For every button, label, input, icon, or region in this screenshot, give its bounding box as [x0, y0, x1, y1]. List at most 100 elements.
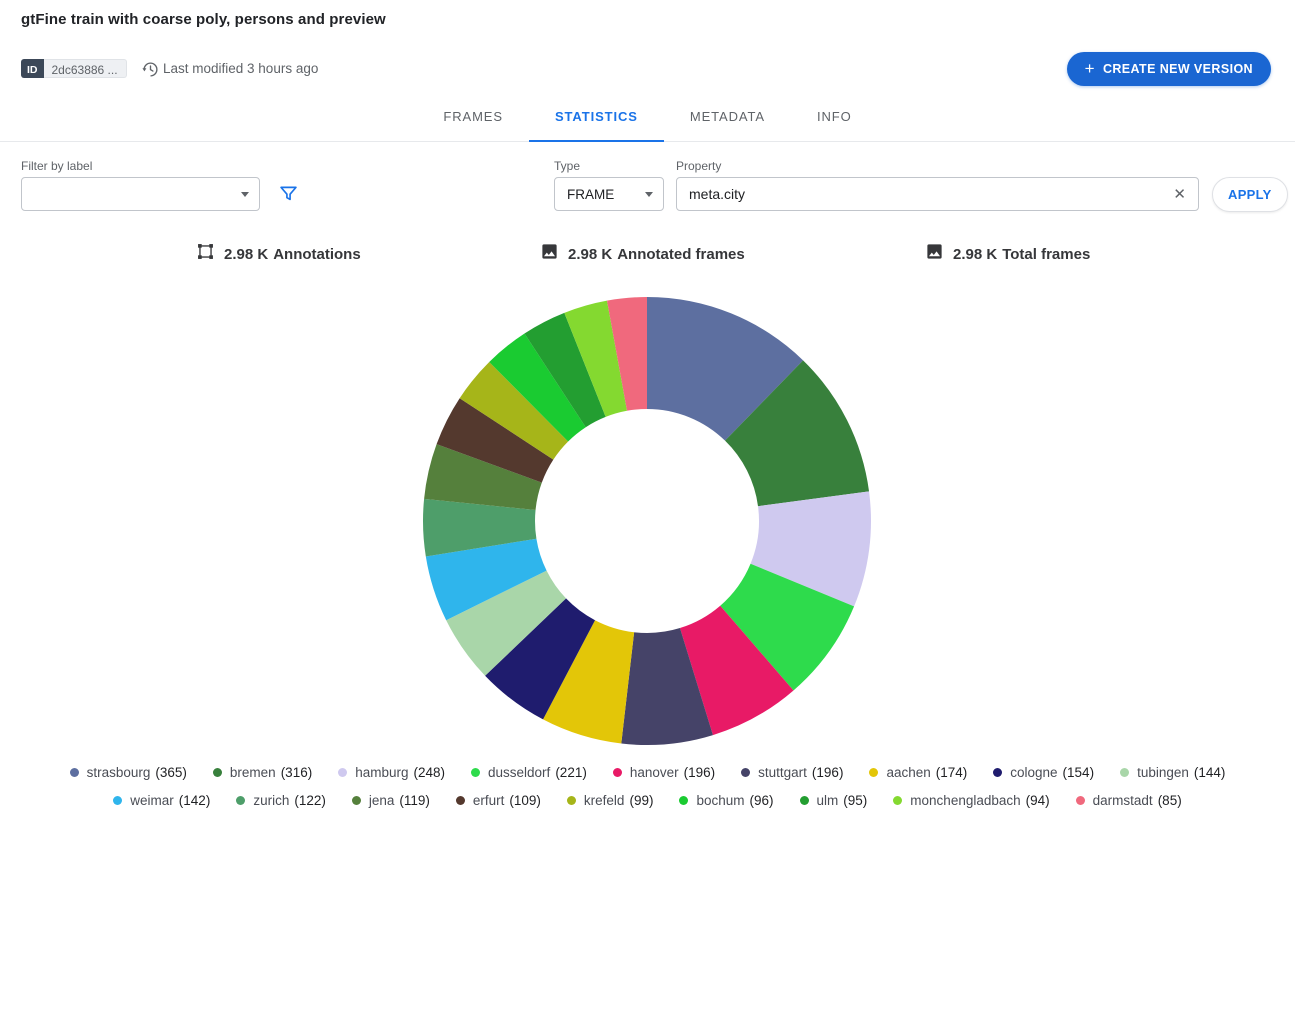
filter-by-label-select[interactable] — [21, 177, 260, 211]
legend-count: (196) — [684, 765, 716, 780]
legend-item-aachen[interactable]: aachen (174) — [869, 765, 967, 780]
legend-name: bremen — [230, 765, 276, 780]
legend-item-strasbourg[interactable]: strasbourg(365) — [70, 765, 187, 780]
tab-statistics[interactable]: STATISTICS — [529, 93, 664, 142]
dataset-id-chip[interactable]: ID 2dc63886 ... — [21, 59, 127, 78]
type-select-value: FRAME — [567, 187, 614, 202]
legend-name: weimar — [130, 793, 174, 808]
legend-dot — [70, 768, 79, 777]
legend-name: darmstadt — [1093, 793, 1153, 808]
legend-count: (248) — [414, 765, 446, 780]
stat-label: Total frames — [1002, 246, 1090, 263]
tab-frames[interactable]: FRAMES — [417, 93, 529, 142]
legend-dot — [567, 796, 576, 805]
legend-dot — [893, 796, 902, 805]
legend-dot — [1076, 796, 1085, 805]
legend-name: hanover — [630, 765, 679, 780]
filter-funnel-icon[interactable] — [277, 183, 299, 205]
image-icon — [925, 242, 944, 266]
legend-item-erfurt[interactable]: erfurt (109) — [456, 793, 541, 808]
legend-count: (85) — [1158, 793, 1182, 808]
legend-name: stuttgart — [758, 765, 807, 780]
legend-item-hanover[interactable]: hanover (196) — [613, 765, 715, 780]
legend-name: zurich — [253, 793, 289, 808]
legend-count: (109) — [509, 793, 541, 808]
legend-name: krefeld — [584, 793, 625, 808]
legend-item-darmstadt[interactable]: darmstadt (85) — [1076, 793, 1182, 808]
legend-row: weimar(142) zurich (122) jena (119) erfurt (10… — [100, 793, 1194, 808]
legend-count: (144) — [1194, 765, 1226, 780]
legend-row: strasbourg(365) bremen(316) hamburg (248) du… — [57, 765, 1239, 780]
create-button-label: CREATE NEW VERSION — [1103, 62, 1253, 76]
legend-item-bremen[interactable]: bremen(316) — [213, 765, 312, 780]
page-title: gtFine train with coarse poly, persons a… — [21, 11, 386, 28]
legend-name: ulm — [817, 793, 839, 808]
legend-item-krefeld[interactable]: krefeld (99) — [567, 793, 654, 808]
legend-dot — [993, 768, 1002, 777]
legend-dot — [741, 768, 750, 777]
stat-annotated-frames: 2.98 KAnnotated frames — [540, 242, 745, 266]
legend-count: (221) — [555, 765, 587, 780]
property-input[interactable] — [677, 186, 1169, 202]
legend-item-ulm[interactable]: ulm (95) — [800, 793, 868, 808]
legend-item-stuttgart[interactable]: stuttgart (196) — [741, 765, 843, 780]
legend-item-bochum[interactable]: bochum (96) — [679, 793, 773, 808]
legend-dot — [213, 768, 222, 777]
legend-name: monchengladbach — [910, 793, 1020, 808]
legend-dot — [352, 796, 361, 805]
legend-name: bochum — [696, 793, 744, 808]
legend-item-zurich[interactable]: zurich (122) — [236, 793, 326, 808]
legend-name: tubingen — [1137, 765, 1189, 780]
legend-name: dusseldorf — [488, 765, 550, 780]
tab-info[interactable]: INFO — [791, 93, 878, 142]
legend-count: (95) — [843, 793, 867, 808]
donut-chart-wrap — [417, 291, 877, 751]
apply-button[interactable]: APPLY — [1212, 177, 1288, 212]
legend-dot — [869, 768, 878, 777]
legend-count: (96) — [750, 793, 774, 808]
legend-item-cologne[interactable]: cologne (154) — [993, 765, 1094, 780]
history-icon — [142, 61, 159, 78]
legend-dot — [338, 768, 347, 777]
legend-item-tubingen[interactable]: tubingen (144) — [1120, 765, 1225, 780]
legend-count: (365) — [155, 765, 187, 780]
legend-dot — [113, 796, 122, 805]
legend-count: (119) — [399, 793, 430, 808]
legend-item-jena[interactable]: jena (119) — [352, 793, 430, 808]
legend-dot — [1120, 768, 1129, 777]
legend-name: hamburg — [355, 765, 408, 780]
legend-count: (196) — [812, 765, 844, 780]
legend-dot — [613, 768, 622, 777]
property-label: Property — [676, 159, 721, 173]
id-value: 2dc63886 ... — [44, 59, 127, 78]
caret-down-icon — [645, 192, 653, 197]
caret-down-icon — [241, 192, 249, 197]
tab-metadata[interactable]: METADATA — [664, 93, 791, 142]
legend-item-weimar[interactable]: weimar(142) — [113, 793, 210, 808]
legend-count: (174) — [936, 765, 968, 780]
stat-annotations: 2.98 KAnnotations — [196, 242, 361, 266]
create-new-version-button[interactable]: + CREATE NEW VERSION — [1067, 52, 1271, 86]
legend-dot — [800, 796, 809, 805]
image-icon — [540, 242, 559, 266]
legend-count: (99) — [629, 793, 653, 808]
type-select[interactable]: FRAME — [554, 177, 664, 211]
legend-dot — [236, 796, 245, 805]
property-field-wrap: ✕ — [676, 177, 1199, 211]
legend-count: (94) — [1026, 793, 1050, 808]
type-label: Type — [554, 159, 580, 173]
legend-name: cologne — [1010, 765, 1057, 780]
legend-item-monchengladbach[interactable]: monchengladbach (94) — [893, 793, 1049, 808]
legend-name: jena — [369, 793, 395, 808]
legend-item-dusseldorf[interactable]: dusseldorf (221) — [471, 765, 587, 780]
legend-item-hamburg[interactable]: hamburg (248) — [338, 765, 445, 780]
clear-icon[interactable]: ✕ — [1169, 187, 1198, 202]
stat-value: 2.98 K — [953, 246, 997, 263]
filter-by-label-label: Filter by label — [21, 159, 92, 173]
legend-count: (122) — [294, 793, 326, 808]
legend-name: aachen — [886, 765, 930, 780]
legend-name: erfurt — [473, 793, 505, 808]
legend-dot — [456, 796, 465, 805]
legend-count: (154) — [1063, 765, 1095, 780]
chart-legend: strasbourg(365) bremen(316) hamburg (248) du… — [0, 765, 1295, 808]
